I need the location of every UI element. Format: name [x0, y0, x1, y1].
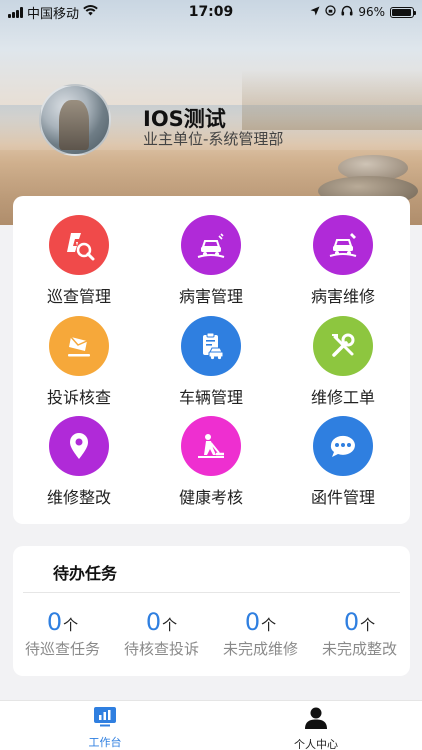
menu-label: 维修工单 — [310, 388, 375, 407]
menu-label: 病害管理 — [178, 287, 243, 306]
user-organization: 业主单位-系统管理部 — [143, 130, 284, 148]
stat-label: 未完成整改 — [321, 640, 397, 658]
avatar[interactable] — [39, 84, 111, 156]
stat-unit: 个 — [261, 616, 277, 634]
function-menu-card: 巡查管理 病害管理 病害维修 投诉核查 车辆管理 维修工单 维修整改 健康考核 … — [13, 196, 410, 524]
tools-icon — [313, 316, 373, 376]
stat-count: 0 — [244, 608, 261, 636]
stat-label: 未完成维修 — [222, 640, 298, 658]
tab-bar: 工作台 个人中心 — [0, 700, 422, 750]
todo-stat-patrol[interactable]: 0个 待巡查任务 — [13, 608, 112, 659]
signal-icon — [8, 6, 23, 18]
stat-unit: 个 — [360, 616, 376, 634]
battery-percent: 96% — [358, 5, 385, 19]
menu-item-patrol[interactable]: 巡查管理 — [14, 215, 144, 307]
status-bar: 中国移动 17:09 96% — [0, 0, 422, 24]
location-arrow-icon — [310, 5, 320, 19]
car-repair-icon — [313, 215, 373, 275]
wifi-icon — [83, 5, 98, 19]
stat-label: 待核查投诉 — [123, 640, 199, 658]
tab-profile[interactable]: 个人中心 — [256, 707, 376, 750]
todo-stat-complaint[interactable]: 0个 待核查投诉 — [112, 608, 211, 659]
menu-item-vehicle[interactable]: 车辆管理 — [146, 316, 276, 408]
patrol-search-icon — [49, 215, 109, 275]
menu-item-work-order[interactable]: 维修工单 — [278, 316, 408, 408]
tab-label: 个人中心 — [294, 738, 338, 750]
tab-workbench[interactable]: 工作台 — [45, 707, 165, 750]
stat-count: 0 — [145, 608, 162, 636]
menu-label: 巡查管理 — [46, 287, 111, 306]
divider — [23, 592, 400, 593]
tab-label: 工作台 — [88, 736, 122, 749]
workbench-chart-icon — [94, 707, 116, 731]
location-pin-icon — [49, 416, 109, 476]
vehicle-clipboard-icon — [181, 316, 241, 376]
orientation-lock-icon — [325, 5, 336, 19]
menu-item-letters[interactable]: 函件管理 — [278, 416, 408, 508]
menu-label: 健康考核 — [178, 488, 243, 507]
menu-item-damage[interactable]: 病害管理 — [146, 215, 276, 307]
headphones-icon — [341, 5, 353, 19]
complaint-envelope-icon — [49, 316, 109, 376]
battery-icon — [390, 6, 416, 18]
damaged-car-icon — [181, 215, 241, 275]
road-work-icon — [181, 416, 241, 476]
menu-label: 维修整改 — [46, 488, 111, 507]
banner-city — [242, 70, 422, 130]
person-icon — [305, 707, 327, 733]
stat-unit: 个 — [63, 616, 79, 634]
menu-item-complaint[interactable]: 投诉核查 — [14, 316, 144, 408]
todo-stat-rectification[interactable]: 0个 未完成整改 — [310, 608, 409, 659]
menu-label: 病害维修 — [310, 287, 375, 306]
stat-count: 0 — [46, 608, 63, 636]
menu-label: 函件管理 — [310, 488, 375, 507]
menu-label: 投诉核查 — [46, 388, 111, 407]
stat-unit: 个 — [162, 616, 178, 634]
stat-label: 待巡查任务 — [24, 640, 100, 658]
menu-item-rectification[interactable]: 维修整改 — [14, 416, 144, 508]
carrier-label: 中国移动 — [27, 6, 80, 22]
menu-item-health-assessment[interactable]: 健康考核 — [146, 416, 276, 508]
todo-title: 待办任务 — [53, 564, 118, 583]
menu-item-repair[interactable]: 病害维修 — [278, 215, 408, 307]
todo-stat-repair[interactable]: 0个 未完成维修 — [211, 608, 310, 659]
stat-count: 0 — [343, 608, 360, 636]
menu-label: 车辆管理 — [178, 388, 243, 407]
todo-card: 待办任务 0个 待巡查任务 0个 待核查投诉 0个 未完成维修 0个 未完成整改 — [13, 546, 410, 676]
chat-bubble-icon — [313, 416, 373, 476]
